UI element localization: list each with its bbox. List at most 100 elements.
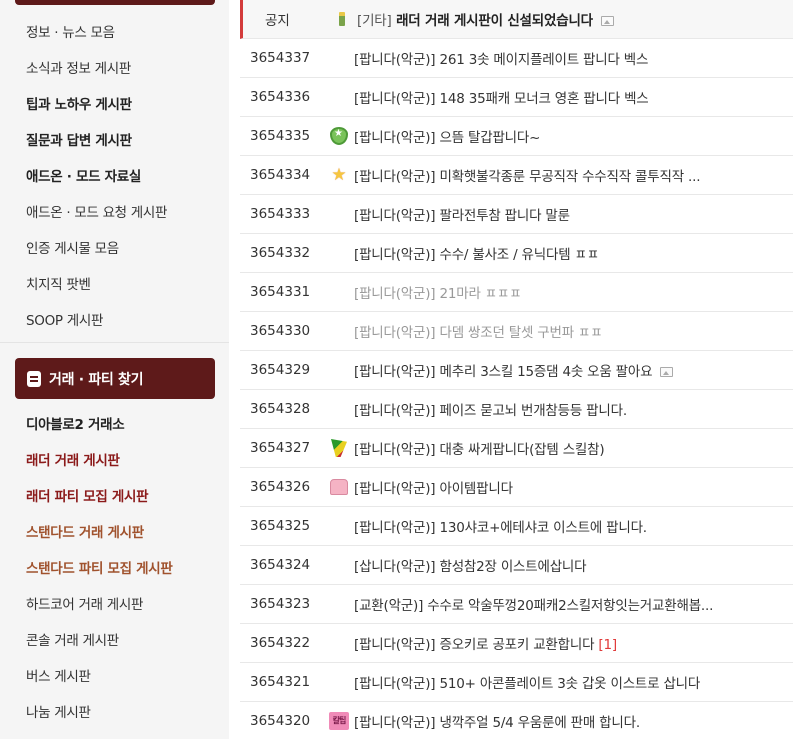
post-title-text: 130샤코+에테샤코 이스트에 팝니다. [439, 520, 647, 536]
post-title[interactable]: [교환(악군)] 수수로 악술뚜껑20패캐2스킬저항잇는거교환해봅... [354, 594, 793, 614]
post-title[interactable]: [팝니다(악군)] 으뜸 탈갑팝니다~ [354, 126, 793, 146]
post-title-text: 21마라 ㅍㅍㅍ [439, 286, 522, 302]
notice-category: [기타] [357, 13, 392, 29]
table-row[interactable]: 3654336 [팝니다(악군)] 148 35패캐 모너크 영혼 팝니다 벡스 [240, 78, 793, 117]
post-title[interactable]: [팝니다(악군)] 130샤코+에테샤코 이스트에 팝니다. [354, 516, 793, 536]
post-category: [팝니다(악군)] [354, 442, 436, 458]
post-title[interactable]: [팝니다(악군)] 냉깍주얼 5/4 우움룬에 판매 합니다. [354, 711, 793, 731]
sidebar-item-trade-3[interactable]: 스탠다드 거래 게시판 [26, 521, 144, 541]
sidebar-item-trade-4[interactable]: 스탠다드 파티 모집 게시판 [26, 557, 173, 577]
image-attached-icon [660, 367, 674, 377]
post-category: [팝니다(악군)] [354, 169, 436, 185]
sidebar-item-trade-5[interactable]: 하드코어 거래 게시판 [26, 593, 143, 613]
post-title[interactable]: [팝니다(악군)] 261 3솟 메이지플레이트 팝니다 벡스 [354, 48, 793, 68]
sidebar-item-trade-0[interactable]: 디아블로2 거래소 [26, 413, 125, 433]
post-title[interactable]: [팝니다(악군)] 510+ 아콘플레이트 3솟 갑옷 이스트로 삽니다 [354, 672, 793, 692]
rank-icon-slot [324, 585, 354, 624]
table-row[interactable]: 3654331 [팝니다(악군)] 21마라 ㅍㅍㅍ [240, 273, 793, 312]
post-category: [팝니다(악군)] [354, 637, 436, 653]
post-number: 3654331 [250, 284, 311, 300]
sidebar-item-info-3[interactable]: 질문과 답변 게시판 [26, 129, 132, 149]
post-title-text: 메추리 3스킬 15증댐 4솟 오움 팔아요 [439, 364, 653, 380]
post-title[interactable]: [팝니다(악군)] 페이즈 묻고뇌 번개참등등 팝니다. [354, 399, 793, 419]
table-row[interactable]: 3654324 [삽니다(악군)] 함성참2장 이스트에삽니다 [240, 546, 793, 585]
post-number: 3654337 [250, 50, 311, 66]
sidebar-item-info-1[interactable]: 소식과 정보 게시판 [26, 57, 131, 77]
sidebar-item-info-8[interactable]: SOOP 게시판 [26, 309, 103, 329]
post-number: 3654321 [250, 674, 311, 690]
star-rank-icon: ★ [331, 165, 347, 185]
notice-row[interactable]: 공지 [기타] 래더 거래 게시판이 신설되었습니다 [240, 0, 793, 39]
table-row[interactable]: 3654321 [팝니다(악군)] 510+ 아콘플레이트 3솟 갑옷 이스트로 … [240, 663, 793, 702]
trade-section-header[interactable]: 거래 · 파티 찾기 [15, 358, 215, 399]
post-category: [팝니다(악군)] [354, 481, 436, 497]
post-title-text: 페이즈 묻고뇌 번개참등등 팝니다. [439, 403, 627, 419]
table-row[interactable]: 3654320 칼팁 [팝니다(악군)] 냉깍주얼 5/4 우움룬에 판매 합니다. [240, 702, 793, 739]
notice-title[interactable]: [기타] 래더 거래 게시판이 신설되었습니다 [357, 9, 793, 29]
sidebar-item-trade-2[interactable]: 래더 파티 모집 게시판 [26, 485, 149, 505]
cake-rank-icon [330, 479, 348, 495]
rank-icon-slot [324, 273, 354, 312]
post-title-text: 팔라전투참 팝니다 말룬 [439, 208, 570, 224]
post-title[interactable]: [팝니다(악군)] 미확햇불각종룬 무공직작 수수직작 콜투직작 ... [354, 165, 793, 185]
sidebar-item-info-7[interactable]: 치지직 팟벤 [26, 273, 91, 293]
table-row[interactable]: 3654325 [팝니다(악군)] 130샤코+에테샤코 이스트에 팝니다. [240, 507, 793, 546]
table-row[interactable]: 3654330 [팝니다(악군)] 다뎀 쌍조던 탈셋 구번파 ㅍㅍ [240, 312, 793, 351]
post-title[interactable]: [팝니다(악군)] 증오키로 공포키 교환합니다 [1] [354, 633, 793, 653]
post-number: 3654322 [250, 635, 311, 651]
post-title[interactable]: [팝니다(악군)] 팔라전투참 팝니다 말룬 [354, 204, 793, 224]
table-row[interactable]: 3654323 [교환(악군)] 수수로 악술뚜껑20패캐2스킬저항잇는거교환해봅… [240, 585, 793, 624]
sidebar-item-info-6[interactable]: 인증 게시물 모음 [26, 237, 119, 257]
table-row[interactable]: 3654328 [팝니다(악군)] 페이즈 묻고뇌 번개참등등 팝니다. [240, 390, 793, 429]
post-title[interactable]: [팝니다(악군)] 아이템팝니다 [354, 477, 793, 497]
post-number: 3654329 [250, 362, 311, 378]
notice-rank-icon-slot [327, 0, 357, 39]
shield-rank-icon [330, 127, 348, 145]
post-title[interactable]: [팝니다(악군)] 대충 싸게팝니다(잡템 스킬참) [354, 438, 793, 458]
notice-title-text: 래더 거래 게시판이 신설되었습니다 [396, 13, 593, 29]
sidebar-item-trade-8[interactable]: 나눔 게시판 [26, 701, 91, 721]
table-row[interactable]: 3654334 ★ [팝니다(악군)] 미확햇불각종룬 무공직작 수수직작 콜투직작… [240, 156, 793, 195]
sidebar-item-trade-7[interactable]: 버스 게시판 [26, 665, 91, 685]
table-row[interactable]: 3654337 [팝니다(악군)] 261 3솟 메이지플레이트 팝니다 벡스 [240, 39, 793, 78]
post-title[interactable]: [팝니다(악군)] 21마라 ㅍㅍㅍ [354, 282, 793, 302]
post-category: [팝니다(악군)] [354, 715, 436, 731]
post-title-text: 미확햇불각종룬 무공직작 수수직작 콜투직작 ... [439, 169, 701, 185]
table-row[interactable]: 3654322 [팝니다(악군)] 증오키로 공포키 교환합니다 [1] [240, 624, 793, 663]
sidebar-item-info-2[interactable]: 팁과 노하우 게시판 [26, 93, 132, 113]
sidebar-item-info-0[interactable]: 정보 · 뉴스 모음 [26, 21, 115, 41]
sidebar-item-trade-1[interactable]: 래더 거래 게시판 [26, 449, 120, 469]
post-category: [팝니다(악군)] [354, 325, 436, 341]
post-title-text: 수수로 악술뚜껑20패캐2스킬저항잇는거교환해봅... [427, 598, 714, 614]
post-title[interactable]: [팝니다(악군)] 148 35패캐 모너크 영혼 팝니다 벡스 [354, 87, 793, 107]
notice-label: 공지 [265, 13, 290, 29]
rank-icon-slot [324, 117, 354, 156]
sidebar-section-header-stub [15, 0, 215, 5]
sidebar-item-info-5[interactable]: 애드온 · 모드 요청 게시판 [26, 201, 167, 221]
post-number: 3654335 [250, 128, 311, 144]
sidebar-item-trade-6[interactable]: 콘솔 거래 게시판 [26, 629, 119, 649]
table-row[interactable]: 3654333 [팝니다(악군)] 팔라전투참 팝니다 말룬 [240, 195, 793, 234]
post-title[interactable]: [삽니다(악군)] 함성참2장 이스트에삽니다 [354, 555, 793, 575]
post-title-text: 냉깍주얼 5/4 우움룬에 판매 합니다. [439, 715, 640, 731]
post-number: 3654327 [250, 440, 311, 456]
post-title[interactable]: [팝니다(악군)] 다뎀 쌍조던 탈셋 구번파 ㅍㅍ [354, 321, 793, 341]
post-category: [팝니다(악군)] [354, 208, 436, 224]
comment-count: [1] [598, 637, 617, 653]
table-row[interactable]: 3654327 [팝니다(악군)] 대충 싸게팝니다(잡템 스킬참) [240, 429, 793, 468]
post-category: [삽니다(악군)] [354, 559, 436, 575]
post-title-text: 510+ 아콘플레이트 3솟 갑옷 이스트로 삽니다 [439, 676, 701, 692]
table-row[interactable]: 3654335 [팝니다(악군)] 으뜸 탈갑팝니다~ [240, 117, 793, 156]
table-row[interactable]: 3654326 [팝니다(악군)] 아이템팝니다 [240, 468, 793, 507]
post-title-text: 다뎀 쌍조던 탈셋 구번파 ㅍㅍ [439, 325, 603, 341]
rank-icon-slot [324, 624, 354, 663]
image-attached-icon [600, 16, 614, 26]
table-row[interactable]: 3654332 [팝니다(악군)] 수수/ 불사조 / 유닉다템 ㅍㅍ [240, 234, 793, 273]
sidebar-item-info-4[interactable]: 애드온 · 모드 자료실 [26, 165, 141, 185]
post-title[interactable]: [팝니다(악군)] 수수/ 불사조 / 유닉다템 ㅍㅍ [354, 243, 793, 263]
post-title-text: 261 3솟 메이지플레이트 팝니다 벡스 [439, 52, 649, 68]
list-icon [27, 370, 41, 387]
table-row[interactable]: 3654329 [팝니다(악군)] 메추리 3스킬 15증댐 4솟 오움 팔아요 [240, 351, 793, 390]
post-category: [팝니다(악군)] [354, 286, 436, 302]
post-title[interactable]: [팝니다(악군)] 메추리 3스킬 15증댐 4솟 오움 팔아요 [354, 360, 793, 380]
